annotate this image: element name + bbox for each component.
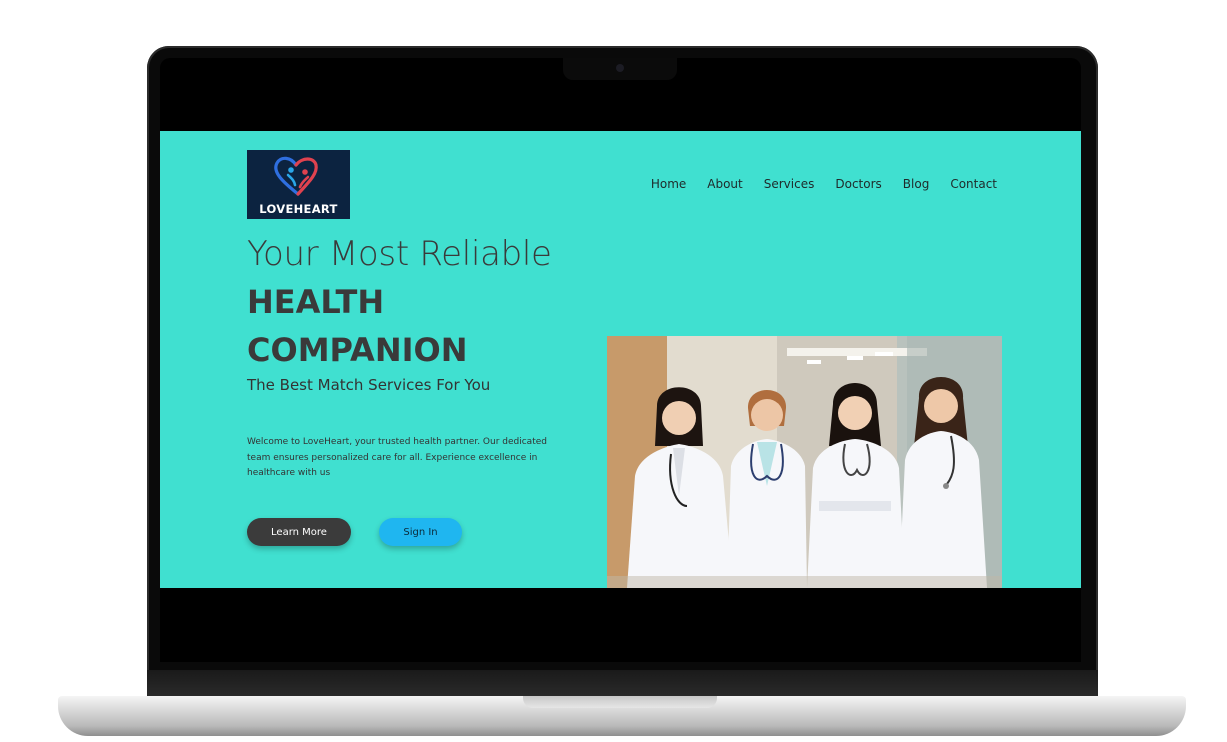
main-nav: Home About Services Doctors Blog Contact bbox=[651, 177, 997, 191]
nav-services[interactable]: Services bbox=[764, 177, 815, 191]
nav-doctors[interactable]: Doctors bbox=[835, 177, 881, 191]
nav-about[interactable]: About bbox=[707, 177, 742, 191]
nav-blog[interactable]: Blog bbox=[903, 177, 930, 191]
doctors-photo bbox=[607, 336, 1002, 588]
website-screen: LOVEHEART Home About Services Doctors Bl… bbox=[160, 131, 1081, 588]
doctors-illustration bbox=[607, 336, 1002, 588]
laptop-opening-notch bbox=[523, 696, 717, 708]
hero-heading-line1: Your Most Reliable bbox=[247, 234, 552, 274]
camera-icon bbox=[616, 64, 624, 72]
learn-more-button[interactable]: Learn More bbox=[247, 518, 351, 546]
nav-contact[interactable]: Contact bbox=[950, 177, 997, 191]
nav-home[interactable]: Home bbox=[651, 177, 686, 191]
hero-tagline: The Best Match Services For You bbox=[247, 376, 491, 394]
hero-heading-line3: COMPANION bbox=[247, 331, 468, 369]
sign-in-button[interactable]: Sign In bbox=[379, 518, 462, 546]
laptop-hinge bbox=[147, 670, 1098, 696]
hero-heading-line2: HEALTH bbox=[247, 283, 385, 321]
loveheart-logo[interactable]: LOVEHEART bbox=[247, 150, 350, 219]
logo-text: LOVEHEART bbox=[259, 202, 338, 216]
hero-intro-text: Welcome to LoveHeart, your trusted healt… bbox=[247, 437, 547, 478]
